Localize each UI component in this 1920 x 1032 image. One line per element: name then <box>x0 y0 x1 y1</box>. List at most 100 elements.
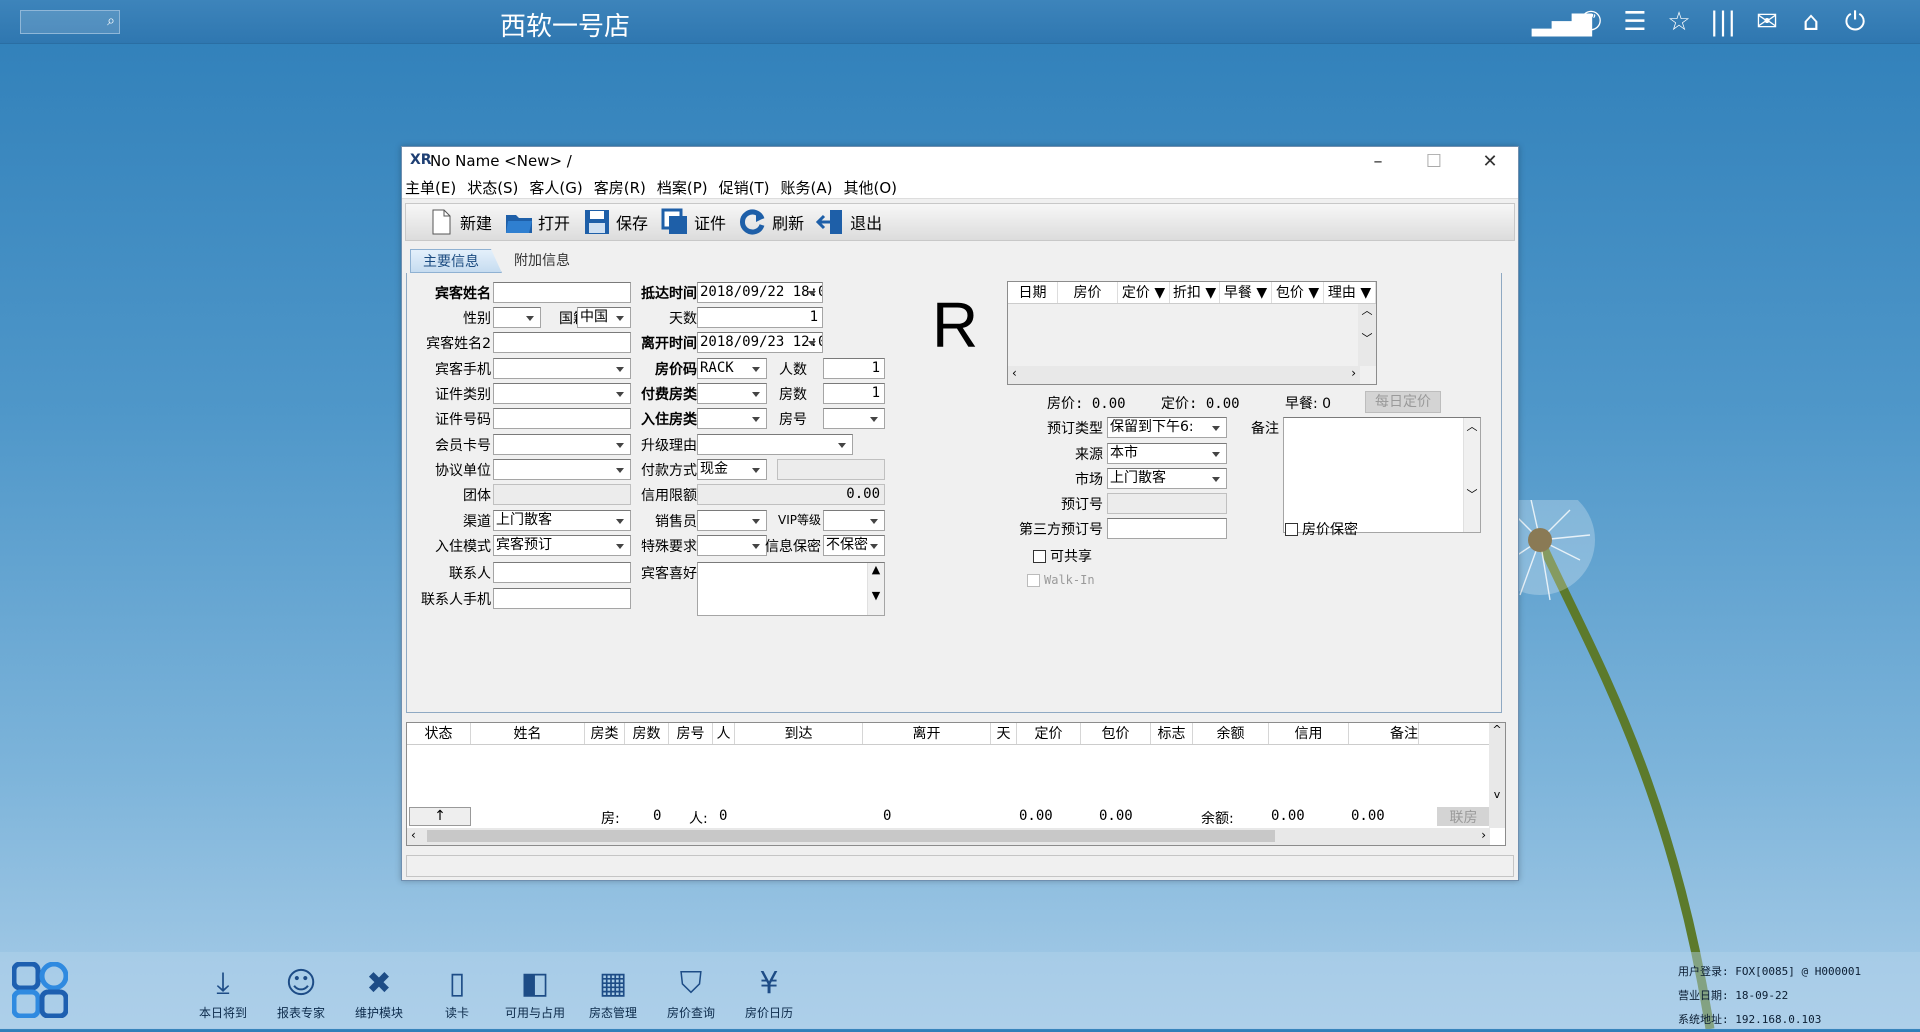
col-persons[interactable]: 人 <box>713 723 735 744</box>
payment-detail-input[interactable] <box>777 459 885 480</box>
source-select[interactable]: 本市 <box>1107 443 1227 464</box>
menu-main[interactable]: 主单(E) <box>405 177 456 198</box>
save-button[interactable]: 保存 <box>582 207 648 237</box>
shareable-box[interactable] <box>1033 549 1046 563</box>
scroll-left-icon[interactable]: ‹ <box>1012 366 1017 380</box>
phone-icon[interactable]: ✆ <box>1576 7 1606 37</box>
col-rooms[interactable]: 房数 <box>625 723 669 744</box>
menu-icon[interactable]: ☰ <box>1620 7 1650 37</box>
remark-scrollbar[interactable]: ︿ ﹀ <box>1463 418 1480 532</box>
rate-col-reason[interactable]: 理由 ▼ <box>1324 282 1376 303</box>
col-status[interactable]: 状态 <box>407 723 471 744</box>
rate-col-package[interactable]: 包价 ▼ <box>1272 282 1324 303</box>
col-days[interactable]: 天 <box>991 723 1017 744</box>
menu-profile[interactable]: 档案(P) <box>657 177 708 198</box>
rate-col-fixed[interactable]: 定价 ▼ <box>1118 282 1170 303</box>
special-req-select[interactable] <box>697 535 767 556</box>
walkin-box[interactable] <box>1027 573 1040 587</box>
scroll-up-button[interactable]: ↑ <box>409 807 471 826</box>
mail-icon[interactable]: ✉ <box>1752 7 1782 37</box>
channel-select[interactable]: 上门散客 <box>493 510 631 531</box>
search-input[interactable]: ⌕ <box>20 10 120 34</box>
rooms-input[interactable]: 1 <box>823 383 885 404</box>
task-rate-query[interactable]: ⛉ 房价查询 <box>656 966 726 1021</box>
menu-promotion[interactable]: 促销(T) <box>719 177 770 198</box>
rate-secret-checkbox[interactable]: 房价保密 <box>1285 519 1358 539</box>
list-scroll-left-icon[interactable]: ‹ <box>411 828 416 842</box>
departure-select[interactable]: 2018/09/23 12:00 <box>697 332 823 353</box>
task-maintenance[interactable]: ✖ 维护模块 <box>344 966 414 1021</box>
credit-limit-input[interactable]: 0.00 <box>697 484 885 505</box>
task-rate-calendar[interactable]: ¥ 房价日历 <box>734 966 804 1021</box>
rate-grid-vscroll[interactable]: ︿ ﹀ <box>1358 304 1376 366</box>
star-icon[interactable]: ☆ <box>1664 7 1694 37</box>
privacy-select[interactable]: 不保密 <box>823 535 885 556</box>
group-input[interactable] <box>493 484 631 505</box>
col-rate[interactable]: 定价 <box>1017 723 1081 744</box>
gender-select[interactable] <box>493 307 541 328</box>
col-room-no[interactable]: 房号 <box>669 723 713 744</box>
agreement-select[interactable] <box>493 459 631 480</box>
exit-button[interactable]: 退出 <box>816 207 882 237</box>
list-scroll-thumb[interactable] <box>427 830 1275 842</box>
walkin-checkbox[interactable]: Walk-In <box>1027 573 1095 587</box>
third-party-input[interactable] <box>1107 518 1227 539</box>
menu-accounting[interactable]: 账务(A) <box>781 177 833 198</box>
menu-status[interactable]: 状态(S) <box>467 177 518 198</box>
task-arrivals[interactable]: ⤓ 本日将到 <box>188 966 258 1021</box>
task-room-status[interactable]: ▦ 房态管理 <box>578 966 648 1021</box>
col-depart[interactable]: 离开 <box>863 723 991 744</box>
task-availability[interactable]: ◧ 可用与占用 <box>500 966 570 1021</box>
rate-code-select[interactable]: RACK <box>697 358 767 379</box>
col-package[interactable]: 包价 <box>1081 723 1151 744</box>
persons-input[interactable]: 1 <box>823 358 885 379</box>
payment-select[interactable]: 现金 <box>697 459 767 480</box>
contact-mobile-input[interactable] <box>493 588 631 609</box>
rate-col-discount[interactable]: 折扣 ▼ <box>1170 282 1220 303</box>
task-report-expert[interactable]: ☺ 报表专家 <box>266 966 336 1021</box>
open-button[interactable]: 打开 <box>504 207 570 237</box>
menu-other[interactable]: 其他(O) <box>843 177 897 198</box>
rate-col-breakfast[interactable]: 早餐 ▼ <box>1220 282 1272 303</box>
col-balance[interactable]: 余额 <box>1193 723 1269 744</box>
shareable-checkbox[interactable]: 可共享 <box>1033 546 1092 566</box>
rate-secret-box[interactable] <box>1285 522 1298 536</box>
scroll-right-icon[interactable]: › <box>1351 366 1356 380</box>
minimize-button[interactable]: – <box>1350 147 1406 177</box>
list-vscroll[interactable]: ^ v <box>1489 723 1505 828</box>
close-button[interactable]: ✕ <box>1462 147 1518 177</box>
share-room-button[interactable]: 联房 <box>1437 807 1490 826</box>
contact-input[interactable] <box>493 562 631 583</box>
start-menu-icon[interactable] <box>12 962 68 1018</box>
col-name[interactable]: 姓名 <box>471 723 585 744</box>
tab-extra-info[interactable]: 附加信息 <box>502 249 582 273</box>
checkin-mode-select[interactable]: 宾客预订 <box>493 535 631 556</box>
vip-select[interactable] <box>823 510 885 531</box>
signal-icon[interactable]: ▂▄▆ <box>1532 7 1592 37</box>
task-card-reader[interactable]: ▯ 读卡 <box>422 966 492 1021</box>
tab-main-info[interactable]: 主要信息 <box>410 249 502 273</box>
menu-room[interactable]: 客房(R) <box>594 177 646 198</box>
paid-room-type-select[interactable] <box>697 383 767 404</box>
preference-scrollbar[interactable]: ▲ ▼ <box>867 563 884 615</box>
list-hscroll[interactable]: ‹ › <box>407 828 1490 845</box>
col-room-type[interactable]: 房类 <box>585 723 625 744</box>
home-icon[interactable]: ⌂ <box>1796 7 1826 37</box>
upgrade-reason-select[interactable] <box>697 434 853 455</box>
days-input[interactable]: 1 <box>697 307 823 328</box>
bars-icon[interactable]: ||| <box>1708 7 1738 37</box>
guest-name2-input[interactable] <box>493 332 631 353</box>
power-icon[interactable]: ⏻ <box>1840 7 1870 37</box>
menu-guest[interactable]: 客人(G) <box>529 177 582 198</box>
market-select[interactable]: 上门散客 <box>1107 468 1227 489</box>
col-flag[interactable]: 标志 <box>1151 723 1193 744</box>
remark-textarea[interactable]: ︿ ﹀ <box>1283 417 1481 533</box>
new-button[interactable]: 新建 <box>426 207 492 237</box>
search-icon[interactable]: ⌕ <box>107 13 115 29</box>
refresh-button[interactable]: 刷新 <box>738 207 804 237</box>
booking-type-select[interactable]: 保留到下午6: <box>1107 417 1227 438</box>
arrival-select[interactable]: 2018/09/22 18:00 <box>697 282 823 303</box>
sales-select[interactable] <box>697 510 767 531</box>
id-type-select[interactable] <box>493 383 631 404</box>
booking-no-input[interactable] <box>1107 493 1227 514</box>
